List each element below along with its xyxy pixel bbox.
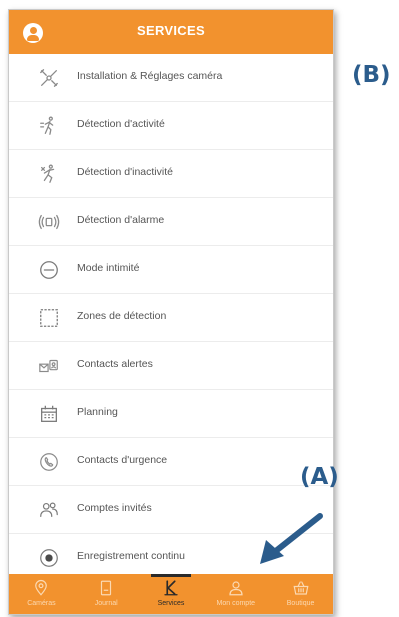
annotation-b: (B) <box>352 62 391 88</box>
journal-icon <box>96 578 116 598</box>
menu-item-label: Enregistrement continu <box>77 550 185 562</box>
contacts-alert-icon <box>37 354 61 378</box>
annotation-a: (A) <box>300 464 339 490</box>
menu-item-inactivity-detection[interactable]: Détection d'inactivité <box>9 150 333 198</box>
menu-item-label: Installation & Réglages caméra <box>77 70 223 82</box>
record-icon <box>37 546 61 570</box>
alarm-waves-icon <box>37 210 61 234</box>
tab-journal[interactable]: Journal <box>74 574 139 614</box>
camera-pin-icon <box>31 578 51 598</box>
page-title: SERVICES <box>137 23 205 38</box>
menu-item-label: Détection d'activité <box>77 118 165 130</box>
pointer-arrow-icon <box>260 513 323 564</box>
tab-my-account[interactable]: Mon compte <box>203 574 268 614</box>
tab-label: Caméras <box>27 600 56 607</box>
menu-item-detection-zones[interactable]: Zones de détection <box>9 294 333 342</box>
tab-label: Mon compte <box>216 600 256 607</box>
tab-label: Services <box>157 600 185 607</box>
menu-item-planning[interactable]: Planning <box>9 390 333 438</box>
account-icon <box>226 578 246 598</box>
tab-label: Journal <box>94 600 118 607</box>
menu-item-activity-detection[interactable]: Détection d'activité <box>9 102 333 150</box>
menu-item-label: Mode intimité <box>77 262 140 274</box>
services-k-icon <box>161 578 181 598</box>
minus-circle-icon <box>37 258 61 282</box>
basket-icon <box>291 578 311 598</box>
menu-item-label: Comptes invités <box>77 502 152 514</box>
menu-item-label: Contacts alertes <box>77 358 153 370</box>
bottom-tab-bar: Caméras Journal Services Mon compte Bout… <box>9 574 333 614</box>
menu-item-alert-contacts[interactable]: Contacts alertes <box>9 342 333 390</box>
tab-label: Boutique <box>286 600 315 607</box>
menu-item-emergency-contacts[interactable]: Contacts d'urgence <box>9 438 333 486</box>
tab-shop[interactable]: Boutique <box>268 574 333 614</box>
menu-item-alarm-detection[interactable]: Détection d'alarme <box>9 198 333 246</box>
calendar-icon <box>37 402 61 426</box>
menu-item-label: Zones de détection <box>77 310 167 322</box>
activity-icon <box>37 114 61 138</box>
tools-icon <box>37 66 61 90</box>
services-menu: Installation & Réglages caméra Détection… <box>9 54 333 582</box>
menu-item-label: Détection d'inactivité <box>77 166 173 178</box>
inactivity-icon <box>37 162 61 186</box>
dashed-square-icon <box>37 306 61 330</box>
menu-item-label: Détection d'alarme <box>77 214 165 226</box>
menu-item-label: Planning <box>77 406 118 418</box>
guests-icon <box>37 498 61 522</box>
app-header: SERVICES <box>9 10 333 54</box>
menu-item-privacy-mode[interactable]: Mode intimité <box>9 246 333 294</box>
phone-circle-icon <box>37 450 61 474</box>
menu-item-label: Contacts d'urgence <box>77 454 168 466</box>
tab-cameras[interactable]: Caméras <box>9 574 74 614</box>
menu-item-installation[interactable]: Installation & Réglages caméra <box>9 54 333 102</box>
tab-services[interactable]: Services <box>139 574 204 614</box>
